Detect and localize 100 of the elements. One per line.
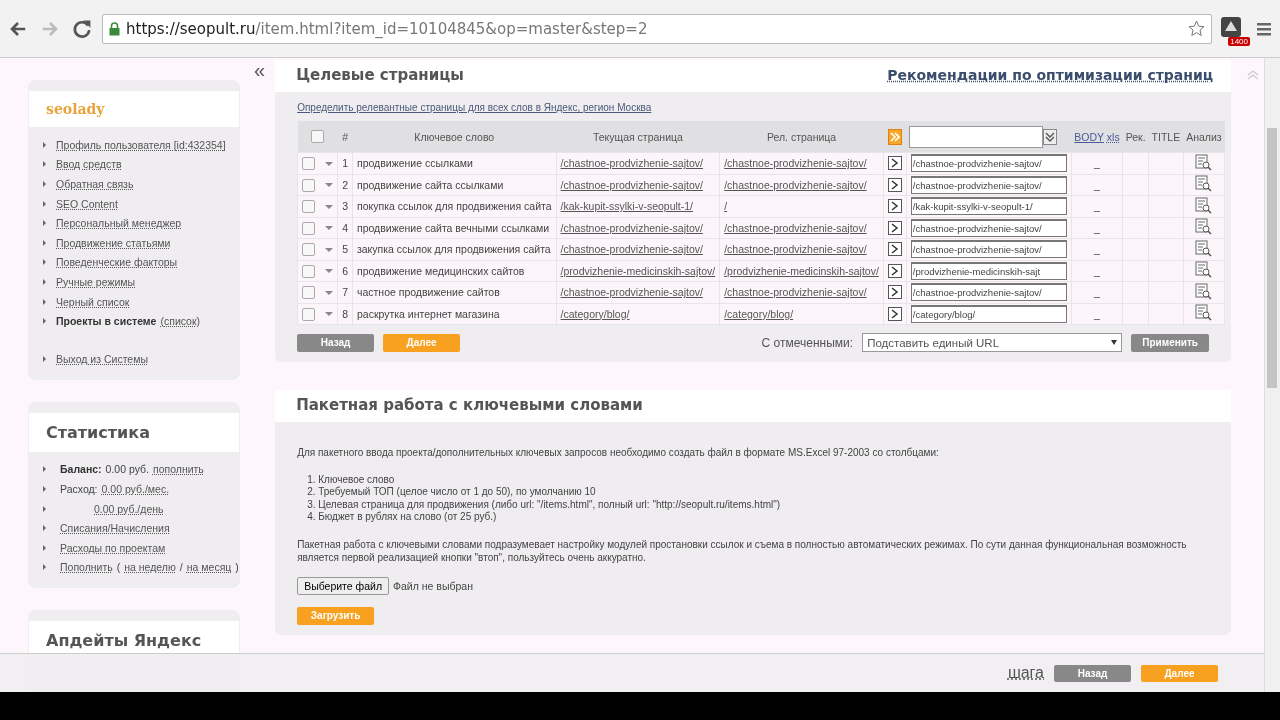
caret-icon[interactable] bbox=[325, 226, 334, 231]
stats-text: Расход: bbox=[60, 482, 98, 495]
caret-icon[interactable] bbox=[325, 204, 334, 209]
copy-button[interactable] bbox=[887, 156, 902, 171]
row-checkbox[interactable] bbox=[302, 307, 316, 321]
panel-title: Пакетная работа с ключевыми словами bbox=[296, 396, 643, 414]
copy-button[interactable] bbox=[887, 242, 902, 257]
table-cell: продвижение сайта вечными ссылками bbox=[352, 217, 557, 239]
menu-link[interactable]: Профиль пользователя [id:432354] bbox=[56, 138, 226, 151]
step-link[interactable]: шага bbox=[1007, 664, 1044, 682]
row-checkbox[interactable] bbox=[302, 243, 316, 257]
stats-link[interactable]: 0.00 руб./мес. bbox=[101, 482, 170, 495]
row-checkbox[interactable] bbox=[302, 221, 316, 235]
detect-pages-link[interactable]: Определить релевантные страницы для всех слов в Яндекс, регион Москва bbox=[297, 102, 652, 113]
row-checkbox[interactable] bbox=[302, 200, 316, 214]
caret-icon[interactable] bbox=[325, 183, 334, 188]
row-checkbox[interactable] bbox=[302, 286, 316, 300]
copy-all-button[interactable] bbox=[887, 128, 902, 145]
copy-button[interactable] bbox=[887, 263, 902, 278]
stats-text: 0.00 руб. bbox=[105, 463, 149, 476]
table-cell: частное продвижение сайтов bbox=[352, 281, 557, 303]
apply-down-button[interactable] bbox=[1043, 128, 1058, 145]
copy-button[interactable] bbox=[887, 285, 902, 300]
select-all-checkbox[interactable] bbox=[311, 130, 325, 144]
stats-link[interactable]: на месяц bbox=[186, 561, 232, 574]
menu-link[interactable]: Ручные режимы bbox=[56, 275, 136, 288]
target-url-field[interactable]: /chastnoe-prodvizhenie-sajtov/ bbox=[910, 240, 1067, 259]
column-header: Текущая страница bbox=[556, 121, 720, 153]
target-url-field[interactable]: /chastnoe-prodvizhenie-sajtov/ bbox=[910, 175, 1067, 194]
menu-link[interactable]: Черный список bbox=[56, 295, 130, 308]
caret-icon[interactable] bbox=[325, 247, 334, 252]
stats-link[interactable]: 0.00 руб./день bbox=[94, 502, 164, 515]
table-cell: продвижение медицинских сайтов bbox=[352, 260, 557, 282]
target-url-field[interactable]: /chastnoe-prodvizhenie-sajtov/ bbox=[910, 154, 1067, 173]
dropdown-arrow-icon[interactable] bbox=[1111, 340, 1118, 345]
recommendations-link[interactable]: Рекомендации по оптимизации страниц bbox=[887, 67, 1214, 83]
page-link[interactable]: / bbox=[724, 200, 728, 213]
caret-icon[interactable] bbox=[325, 312, 334, 317]
report-icon[interactable] bbox=[1195, 240, 1213, 257]
report-icon[interactable] bbox=[1195, 175, 1213, 192]
card-title: Статистика bbox=[29, 412, 239, 452]
report-icon[interactable] bbox=[1195, 218, 1213, 235]
column-header: Анализ bbox=[1183, 121, 1225, 153]
caret-icon[interactable] bbox=[325, 269, 334, 274]
report-icon[interactable] bbox=[1195, 261, 1213, 278]
apply-button[interactable]: Применить bbox=[1131, 333, 1210, 352]
menu-link[interactable]: (список) bbox=[160, 315, 201, 328]
collapse-button[interactable]: « bbox=[254, 60, 266, 84]
row-checkbox[interactable] bbox=[302, 157, 316, 171]
stats-link[interactable]: пополнить bbox=[152, 463, 204, 476]
menu-link[interactable]: Поведенческие факторы bbox=[56, 256, 178, 269]
column-header: TITLE bbox=[1148, 121, 1184, 153]
menu-link[interactable]: SEO Content bbox=[56, 197, 118, 210]
table-cell: _ bbox=[1071, 152, 1123, 174]
target-url-field[interactable]: /kak-kupit-ssylki-v-seopult-1/ bbox=[910, 197, 1067, 216]
stats-link[interactable]: Расходы по проектам bbox=[60, 541, 166, 554]
body-link[interactable]: BODY bbox=[1074, 130, 1104, 143]
back-button[interactable]: Назад bbox=[297, 333, 375, 352]
menu-link[interactable]: Выход из Системы bbox=[56, 352, 148, 365]
report-icon[interactable] bbox=[1195, 283, 1213, 300]
target-url-field[interactable]: /chastnoe-prodvizhenie-sajtov/ bbox=[910, 218, 1067, 237]
list-item: 2. Требуемый ТОП (целое число от 1 до 50), по умолчанию 10 bbox=[307, 486, 597, 499]
menu-link[interactable]: Обратная связь bbox=[56, 178, 134, 190]
row-checkbox[interactable] bbox=[302, 264, 316, 278]
choose-file-button[interactable]: Выберите файл bbox=[297, 576, 390, 595]
report-icon[interactable] bbox=[1195, 197, 1213, 214]
stats-link[interactable]: на неделю bbox=[124, 561, 176, 574]
scrollbar[interactable] bbox=[1264, 58, 1280, 692]
table-cell: раскрутка интернет магазина bbox=[352, 303, 557, 325]
report-icon[interactable] bbox=[1195, 154, 1213, 171]
stats-link[interactable]: Пополнить bbox=[60, 561, 113, 574]
url-filter-field[interactable] bbox=[909, 125, 1044, 148]
panel-title: Целевые страницы bbox=[296, 66, 464, 84]
with-selected-label: С отмеченными: bbox=[761, 335, 854, 350]
copy-button[interactable] bbox=[887, 177, 902, 192]
caret-icon[interactable] bbox=[325, 290, 334, 295]
menu-link[interactable]: Персональный менеджер bbox=[56, 217, 182, 230]
column-header: Рек. bbox=[1122, 121, 1149, 153]
copy-button[interactable] bbox=[887, 199, 902, 214]
report-icon[interactable] bbox=[1195, 304, 1213, 321]
stats-link[interactable]: Списания/Начисления bbox=[60, 522, 170, 535]
row-checkbox[interactable] bbox=[302, 178, 316, 192]
column-header: Рел. страница bbox=[719, 121, 884, 153]
xls-link[interactable]: xls bbox=[1106, 130, 1120, 143]
bulk-action-dropdown[interactable]: Подставить единый URL bbox=[862, 333, 1123, 352]
copy-button[interactable] bbox=[887, 220, 902, 235]
menu-link[interactable]: Продвижение статьями bbox=[56, 236, 171, 249]
caret-icon[interactable] bbox=[325, 161, 334, 166]
target-url-field[interactable]: /category/blog/ bbox=[910, 304, 1067, 323]
back-button[interactable]: Назад bbox=[1054, 664, 1131, 682]
intro-text: Для пакетного ввода проекта/дополнительных ключевых запросов необходимо создать файл в формате MS.Excel 97-2003 со столбцами: bbox=[297, 446, 940, 460]
file-status: Файл не выбран bbox=[393, 579, 473, 592]
target-url-field[interactable]: /prodvizhenie-medicinskih-sajt bbox=[910, 261, 1067, 280]
copy-button[interactable] bbox=[887, 306, 902, 321]
extension-icon[interactable] bbox=[1220, 15, 1242, 38]
table-cell: продвижение сайта ссылками bbox=[352, 174, 557, 196]
menu-link[interactable]: Ввод средств bbox=[56, 158, 122, 171]
star-icon[interactable] bbox=[1188, 20, 1205, 37]
address-bar[interactable]: https://seopult.ru/item.html?item_id=10104845&op=master&step=2 bbox=[102, 13, 1212, 44]
target-url-field[interactable]: /chastnoe-prodvizhenie-sajtov/ bbox=[910, 283, 1067, 302]
